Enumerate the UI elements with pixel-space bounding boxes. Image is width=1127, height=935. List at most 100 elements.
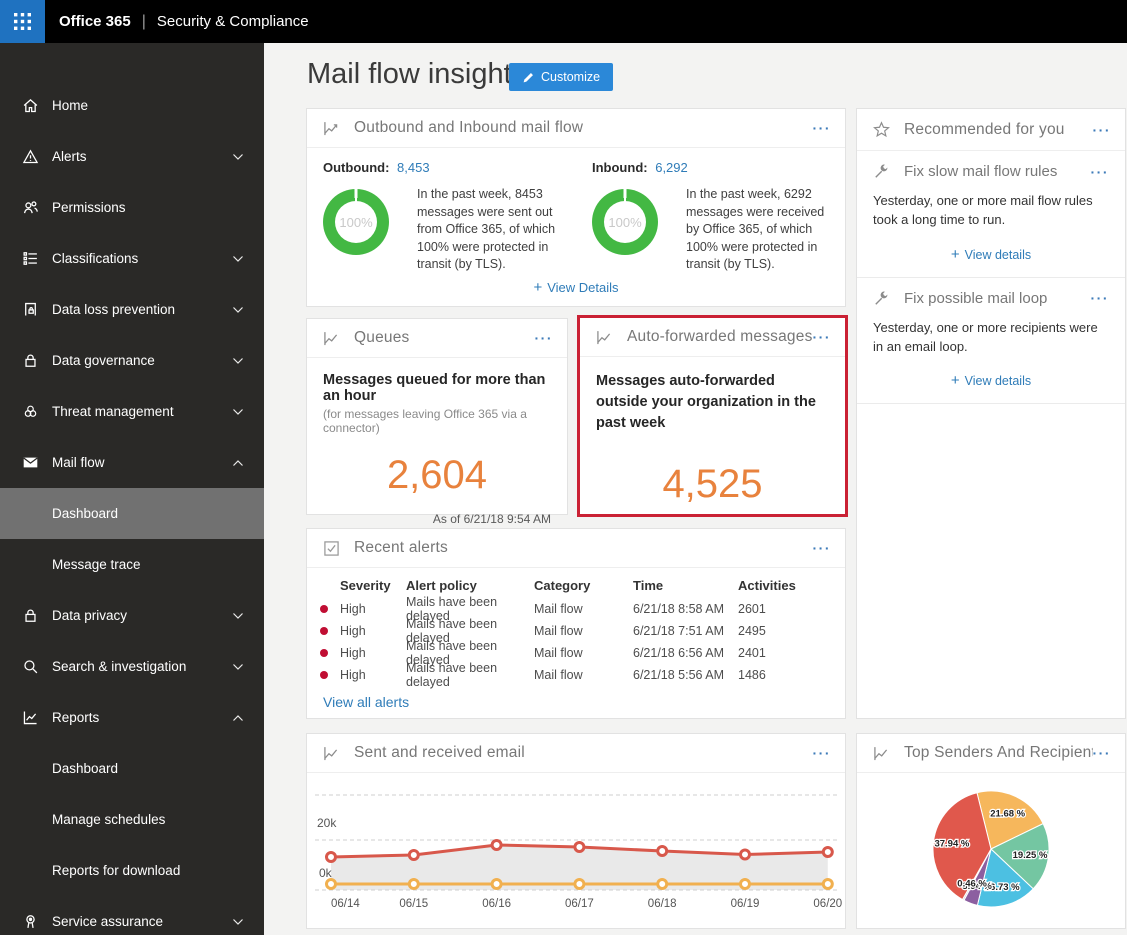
plus-icon: + [533,279,543,296]
view-details-link[interactable]: + View details [873,372,1109,389]
cell-category: Mail flow [534,646,583,660]
sidebar-item-data-loss-prevention[interactable]: Data loss prevention [0,284,264,335]
lock-icon [22,607,39,624]
svg-text:20k: 20k [317,816,337,830]
more-options-button[interactable]: ··· [535,330,554,346]
sidebar-item-home[interactable]: Home [0,80,264,131]
queues-count: 2,604 [386,453,488,497]
alert-icon [22,148,39,165]
home-icon [22,97,39,114]
card-header: Sent and received email ··· [307,734,845,773]
card-header: Top Senders And Recipients ··· [857,734,1125,773]
recommendation-fix-slow-rules: Fix slow mail flow rules ··· Yesterday, … [857,151,1125,278]
line-chart-icon [596,329,613,346]
more-options-button[interactable]: ··· [813,540,832,556]
sidebar-item-manage-schedules[interactable]: Manage schedules [0,794,264,845]
sidebar-item-mailflow-dashboard[interactable]: Dashboard [0,488,264,539]
app-title: Security & Compliance [156,13,309,30]
sidebar-item-label: Search & investigation [52,659,187,674]
more-options-button[interactable]: ··· [1093,745,1112,761]
sidebar-item-permissions[interactable]: Permissions [0,182,264,233]
table-row: High Mails have been delayed Mail flow 6… [307,617,845,645]
sidebar-item-message-trace[interactable]: Message trace [0,539,264,590]
svg-text:06/14: 06/14 [331,898,360,910]
inbound-label: Inbound: [592,160,648,175]
card-header: Recommended for you ··· [857,109,1125,151]
plus-icon: + [950,372,960,390]
sidebar-item-label: Permissions [52,200,126,215]
sidebar-item-label: Alerts [52,149,87,164]
queues-note: (for messages leaving Office 365 via a c… [323,407,527,435]
sidebar-item-reports-dashboard[interactable]: Dashboard [0,743,264,794]
recommendation-description: Yesterday, one or more mail flow rules t… [873,193,1093,227]
sidebar-item-classifications[interactable]: Classifications [0,233,264,284]
cell-category: Mail flow [534,668,583,682]
card-title: Recommended for you [904,120,1065,138]
outbound-inbound-card: Outbound and Inbound mail flow ··· Outbo… [306,108,846,307]
outbound-label: Outbound: [323,160,390,175]
more-options-button[interactable]: ··· [813,745,832,761]
sidebar-item-search-investigation[interactable]: Search & investigation [0,641,264,692]
col-category: Category [534,578,591,593]
chevron-down-icon [233,918,243,925]
chevron-down-icon [233,408,243,415]
inbound-value-link[interactable]: 6,292 [655,160,688,175]
document-lock-icon [22,301,39,318]
sidebar-item-service-assurance[interactable]: Service assurance [0,896,264,935]
outbound-donut-chart: 100% [323,189,389,255]
outbound-inbound-body: Outbound: 8,453 100% In the past week, 8… [307,148,845,274]
sidebar-item-label: Message trace [52,557,141,572]
alerts-table-header: Severity Alert policy Category Time Acti… [307,573,845,598]
recommendation-title: Fix possible mail loop [904,289,1048,307]
sidebar-item-reports[interactable]: Reports [0,692,264,743]
more-options-button[interactable]: ··· [813,120,832,136]
wrench-icon [873,163,890,180]
sidebar-item-alerts[interactable]: Alerts [0,131,264,182]
recommendation-title: Fix slow mail flow rules [904,163,1058,180]
pencil-icon [523,72,533,82]
people-icon [22,199,39,216]
cell-policy: Mails have been delayed [406,661,498,689]
cell-severity: High [340,668,366,682]
outbound-value-link[interactable]: 8,453 [397,160,430,175]
sidebar-item-data-privacy[interactable]: Data privacy [0,590,264,641]
view-all-alerts-link[interactable]: View all alerts [323,694,845,710]
cell-time: 6/21/18 5:56 AM [633,668,725,682]
severity-dot [319,605,328,613]
card-header: Queues ··· [307,319,567,358]
more-options-button[interactable]: ··· [1091,290,1110,306]
card-header: Outbound and Inbound mail flow ··· [307,109,845,148]
page-title: Mail flow insights [307,58,527,90]
view-details-link[interactable]: + View Details [307,279,845,296]
more-options-button[interactable]: ··· [1091,164,1110,180]
sidebar-item-reports-for-download[interactable]: Reports for download [0,845,264,896]
inbound-percent: 100% [608,214,642,230]
sidebar-nav: Home Alerts Permissions Classifications … [0,43,264,935]
line-chart-icon [323,120,340,137]
col-time: Time [633,578,664,593]
customize-button[interactable]: Customize [509,63,614,91]
cell-severity: High [340,624,366,638]
top-senders-pie-chart: 21.68 %19.25 %16.73 %3.94 %0.46 %37.94 % [932,790,1050,908]
view-details-link[interactable]: + View details [873,246,1109,263]
sidebar-item-label: Service assurance [52,914,164,929]
more-options-button[interactable]: ··· [813,329,832,345]
plus-icon: + [950,245,960,263]
table-row: High Mails have been delayed Mail flow 6… [307,639,845,667]
sidebar-item-label: Mail flow [52,455,105,470]
cell-activities: 2495 [738,624,766,638]
top-bar: Office 365 | Security & Compliance [0,0,1127,43]
line-chart-icon [323,330,340,347]
view-details-label: View details [964,247,1032,262]
sidebar-item-mail-flow[interactable]: Mail flow [0,437,264,488]
brand-office365[interactable]: Office 365 [59,13,131,30]
sidebar-item-threat-management[interactable]: Threat management [0,386,264,437]
sidebar-item-data-governance[interactable]: Data governance [0,335,264,386]
chevron-down-icon [233,306,243,313]
cell-severity: High [340,646,366,660]
outbound-percent: 100% [339,214,373,230]
more-options-button[interactable]: ··· [1093,122,1112,138]
app-launcher-button[interactable] [0,0,45,43]
card-title: Queues [354,329,410,346]
col-alert-policy: Alert policy [406,578,477,593]
